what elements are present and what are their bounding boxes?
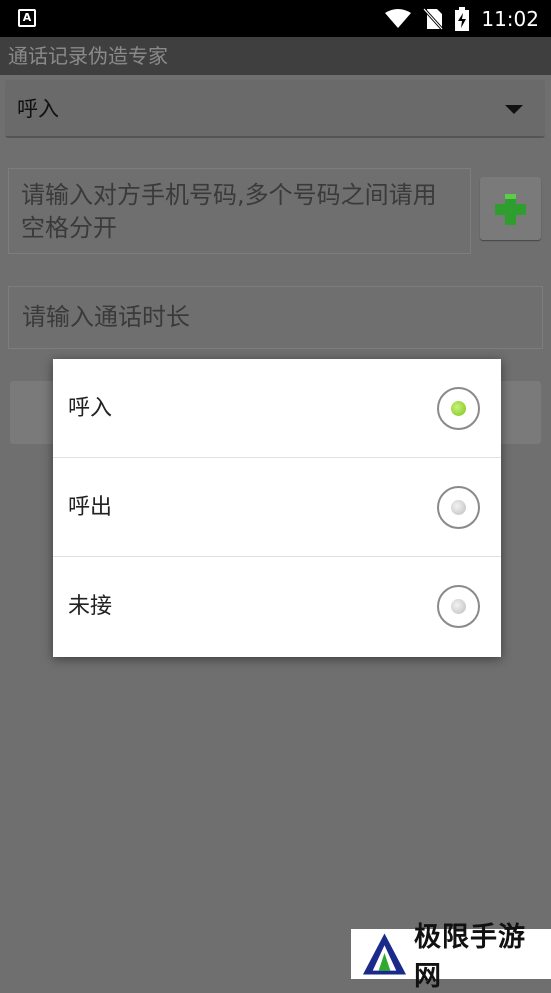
- no-sim-icon: [423, 7, 444, 30]
- wifi-icon: [385, 8, 412, 28]
- call-duration-input[interactable]: 请输入通话时长: [8, 286, 543, 349]
- radio-unselected-icon[interactable]: [437, 486, 480, 529]
- call-type-value: 呼入: [17, 97, 59, 121]
- dropdown-arrow-icon: [505, 105, 523, 114]
- option-label: 呼出: [68, 495, 113, 520]
- status-bar: A 11:02: [0, 0, 551, 37]
- call-type-dialog: 呼入 呼出 未接: [53, 359, 501, 657]
- clock: 11:02: [481, 6, 539, 31]
- radio-selected-icon[interactable]: [437, 387, 480, 430]
- option-incoming[interactable]: 呼入: [53, 359, 501, 458]
- watermark-logo-icon: [362, 933, 407, 975]
- phone-number-input[interactable]: 请输入对方手机号码,多个号码之间请用空格分开: [8, 168, 471, 254]
- call-type-spinner[interactable]: 呼入: [5, 80, 545, 138]
- app-notification-icon: A: [18, 9, 36, 27]
- watermark: 极限手游网: [351, 922, 551, 992]
- option-missed[interactable]: 未接: [53, 557, 501, 657]
- add-contact-button[interactable]: [480, 177, 541, 240]
- radio-unselected-icon[interactable]: [437, 585, 480, 628]
- plus-icon: [495, 194, 526, 225]
- option-outgoing[interactable]: 呼出: [53, 458, 501, 557]
- app-title: 通话记录伪造专家: [0, 37, 551, 75]
- option-label: 呼入: [68, 396, 113, 421]
- watermark-text: 极限手游网: [413, 922, 526, 992]
- option-label: 未接: [68, 594, 113, 619]
- battery-charging-icon: [455, 6, 470, 31]
